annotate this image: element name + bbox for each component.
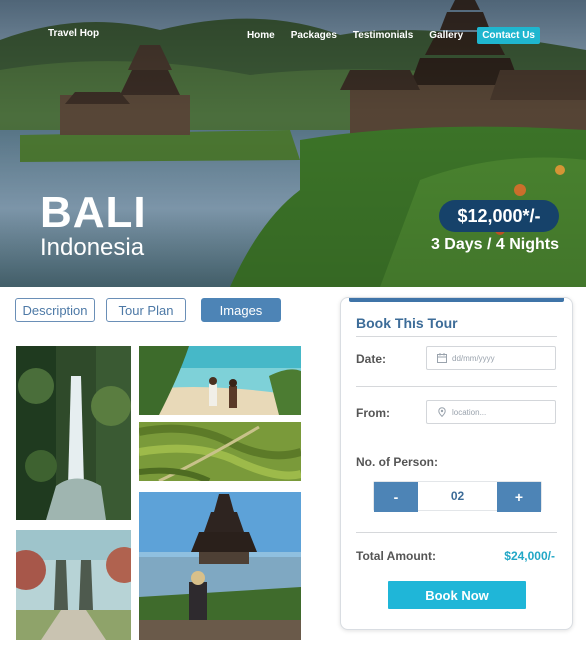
calendar-icon [437,353,447,363]
destination-country: Indonesia [40,234,145,261]
divider [356,532,557,533]
total-amount-label: Total Amount: [356,549,436,563]
tab-images[interactable]: Images [201,298,281,322]
tab-tour-plan[interactable]: Tour Plan [106,298,186,322]
nav-packages[interactable]: Packages [291,30,337,41]
divider [356,386,557,387]
increment-button[interactable]: + [497,482,541,512]
nav-testimonials[interactable]: Testimonials [353,30,413,41]
persons-label: No. of Person: [356,455,439,469]
location-placeholder: location... [452,407,487,417]
destination-title: BALI [40,188,147,237]
book-now-button[interactable]: Book Now [388,581,526,609]
rice-terraces-photo[interactable] [139,422,301,481]
location-pin-icon [437,407,447,417]
from-label: From: [356,406,390,420]
person-count-value[interactable]: 02 [418,482,497,510]
divider [356,336,557,337]
lake-temple-photo[interactable] [139,492,301,640]
nav-gallery[interactable]: Gallery [429,30,463,41]
brand-logo-text[interactable]: Travel Hop [48,28,99,39]
booking-title: Book This Tour [356,315,458,331]
person-count-stepper: - 02 + [373,481,542,512]
tour-tabs: Description Tour Plan Images [15,298,281,322]
date-placeholder: dd/mm/yyyy [452,353,495,363]
decrement-button[interactable]: - [374,482,418,512]
total-amount-value: $24,000/- [504,549,555,563]
location-field[interactable]: location... [426,400,556,424]
date-label: Date: [356,352,387,366]
tour-duration: 3 Days / 4 Nights [430,236,559,253]
price-badge: $12,000*/- [439,200,559,232]
card-accent-bar [349,298,564,302]
beach-couple-photo[interactable] [139,346,301,415]
waterfall-photo[interactable] [16,346,131,520]
booking-card: Book This Tour Date: dd/mm/yyyy From: lo… [340,297,573,630]
hero-banner: Travel Hop Home Packages Testimonials Ga… [0,0,586,287]
date-field[interactable]: dd/mm/yyyy [426,346,556,370]
contact-us-button[interactable]: Contact Us [477,27,540,44]
temple-gate-photo[interactable] [16,530,131,640]
top-navigation: Home Packages Testimonials Gallery Conta… [231,27,540,44]
tab-description[interactable]: Description [15,298,95,322]
nav-home[interactable]: Home [247,30,275,41]
